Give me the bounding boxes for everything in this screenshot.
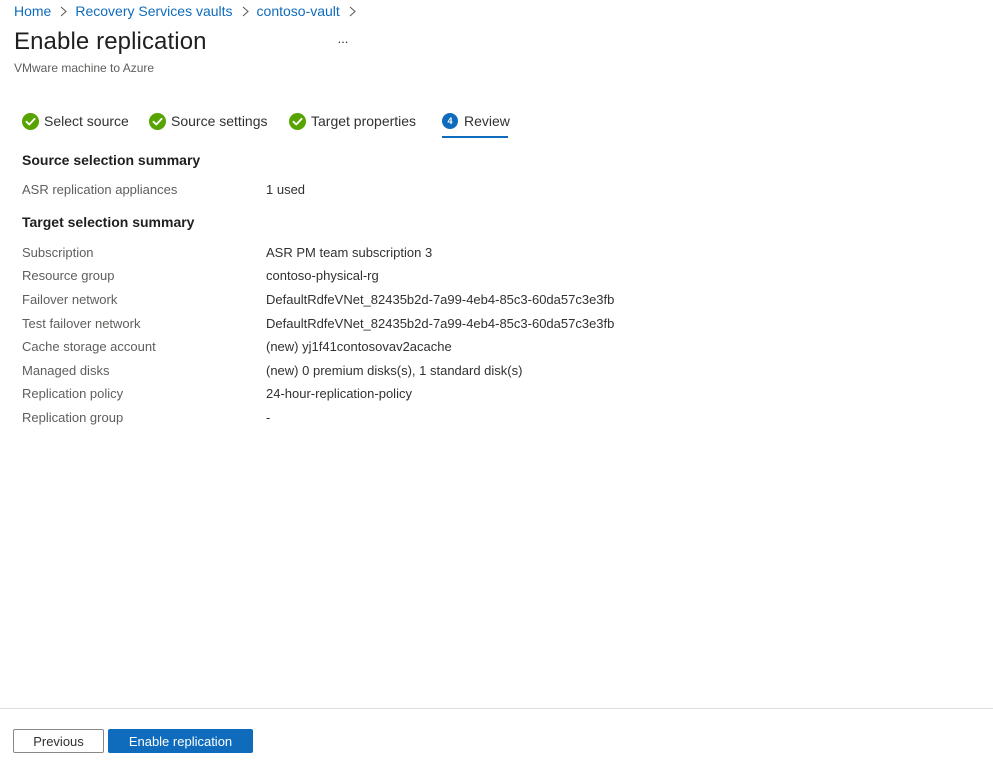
footer-divider — [0, 708, 993, 709]
breadcrumb-home[interactable]: Home — [14, 3, 51, 19]
tab-label: Select source — [44, 113, 129, 129]
page-subtitle: VMware machine to Azure — [14, 61, 155, 75]
row-label: Resource group — [22, 268, 115, 283]
enable-replication-button[interactable]: Enable replication — [108, 729, 253, 753]
chevron-right-icon — [60, 6, 68, 17]
row-value: DefaultRdfeVNet_82435b2d-7a99-4eb4-85c3-… — [266, 292, 615, 307]
row-label: Subscription — [22, 245, 94, 260]
step-4-icon: 4 — [442, 112, 459, 130]
tab-target-properties[interactable]: Target properties — [289, 111, 416, 131]
row-value: DefaultRdfeVNet_82435b2d-7a99-4eb4-85c3-… — [266, 316, 615, 331]
row-label: Managed disks — [22, 363, 110, 378]
row-value: 24-hour-replication-policy — [266, 386, 412, 401]
breadcrumb-recovery-services-vaults[interactable]: Recovery Services vaults — [75, 3, 232, 19]
tab-source-settings[interactable]: Source settings — [149, 111, 268, 131]
tab-select-source[interactable]: Select source — [22, 111, 129, 131]
breadcrumb: Home Recovery Services vaults contoso-va… — [14, 2, 364, 20]
breadcrumb-contoso-vault[interactable]: contoso-vault — [257, 3, 340, 19]
tab-label: Review — [464, 113, 510, 129]
row-label: Replication policy — [22, 386, 124, 401]
chevron-right-icon — [242, 6, 249, 17]
enable-replication-page: Home Recovery Services vaults contoso-va… — [0, 0, 993, 766]
page-title: Enable replication — [14, 28, 207, 55]
target-summary-heading: Target selection summary — [22, 214, 195, 230]
row-label: Cache storage account — [22, 339, 156, 354]
tab-label: Target properties — [311, 113, 417, 129]
previous-button[interactable]: Previous — [13, 729, 104, 753]
tab-review[interactable]: 4 Review — [442, 111, 510, 131]
more-options-button[interactable]: ... — [335, 32, 351, 50]
active-tab-indicator — [442, 136, 508, 138]
title-row: Enable replication — [14, 28, 207, 56]
check-circle-icon — [289, 112, 306, 130]
row-label: Replication group — [22, 410, 124, 425]
step-number: 4 — [442, 112, 458, 129]
tab-label: Source settings — [171, 113, 268, 129]
row-value: 1 used — [266, 182, 306, 197]
row-label: Failover network — [22, 292, 118, 307]
row-value: contoso-physical-rg — [266, 268, 379, 283]
row-label: ASR replication appliances — [22, 182, 178, 197]
row-value: ASR PM team subscription 3 — [266, 245, 433, 260]
chevron-right-icon — [349, 6, 356, 17]
source-summary-heading: Source selection summary — [22, 152, 201, 168]
row-value: (new) 0 premium disks(s), 1 standard dis… — [266, 363, 523, 378]
check-circle-icon — [149, 112, 166, 130]
row-label: Test failover network — [22, 316, 141, 331]
check-circle-icon — [22, 112, 39, 130]
row-value: - — [266, 410, 271, 425]
row-value: (new) yj1f41contosovav2acache — [266, 339, 452, 354]
